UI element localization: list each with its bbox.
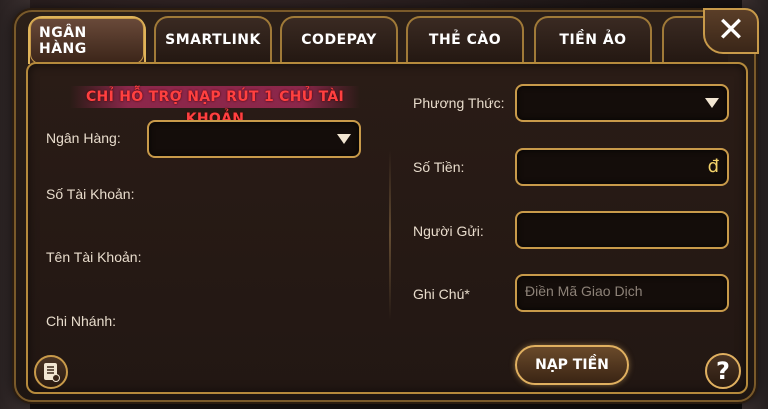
help-button[interactable]: ? xyxy=(705,353,741,389)
currency-symbol: đ xyxy=(707,156,719,177)
account-name-label: Tên Tài Khoản: xyxy=(46,249,142,265)
tab-card-label: THẺ CÀO xyxy=(428,32,502,48)
help-icon: ? xyxy=(716,357,730,385)
deposit-submit-button[interactable]: NẠP TIỀN xyxy=(515,345,629,385)
sender-label: Người Gửi: xyxy=(413,223,484,239)
bank-label: Ngân Hàng: xyxy=(46,130,121,146)
tab-codepay-label: CODEPAY xyxy=(301,32,377,48)
note-label: Ghi Chú* xyxy=(413,286,470,302)
tab-card[interactable]: THẺ CÀO xyxy=(406,16,524,62)
tab-bank-label: NGÂN HÀNG xyxy=(30,18,144,64)
note-placeholder: Điền Mã Giao Dịch xyxy=(525,283,643,299)
tab-smartlink[interactable]: SMARTLINK xyxy=(154,16,272,62)
method-label: Phương Thức: xyxy=(413,95,505,111)
tab-bar: NGÂN HÀNG SMARTLINK CODEPAY THẺ CÀO TIỀN… xyxy=(28,16,728,64)
bank-select[interactable] xyxy=(147,120,361,158)
tab-codepay[interactable]: CODEPAY xyxy=(280,16,398,62)
tab-crypto[interactable]: TIỀN ẢO xyxy=(534,16,652,62)
amount-label: Số Tiền: xyxy=(413,159,465,175)
tab-crypto-label: TIỀN ẢO xyxy=(559,32,627,48)
sender-input[interactable] xyxy=(515,211,729,249)
note-input[interactable]: Điền Mã Giao Dịch xyxy=(515,274,729,312)
amount-input[interactable]: đ xyxy=(515,148,729,186)
deposit-submit-label: NẠP TIỀN xyxy=(535,357,609,373)
chevron-down-icon xyxy=(337,134,351,144)
close-button[interactable]: ✕ xyxy=(703,8,759,54)
close-icon: ✕ xyxy=(716,10,746,50)
document-icon xyxy=(44,363,60,382)
account-number-label: Số Tài Khoản: xyxy=(46,186,135,202)
chevron-down-icon xyxy=(705,98,719,108)
method-select[interactable] xyxy=(515,84,729,122)
tab-smartlink-label: SMARTLINK xyxy=(165,32,261,48)
tab-bank[interactable]: NGÂN HÀNG xyxy=(28,16,146,64)
history-button[interactable] xyxy=(34,355,68,389)
notice-banner: CHỈ HỖ TRỢ NẠP RÚT 1 CHỦ TÀI KHOẢN xyxy=(70,86,360,127)
column-divider xyxy=(389,150,391,320)
branch-label: Chi Nhánh: xyxy=(46,313,117,329)
